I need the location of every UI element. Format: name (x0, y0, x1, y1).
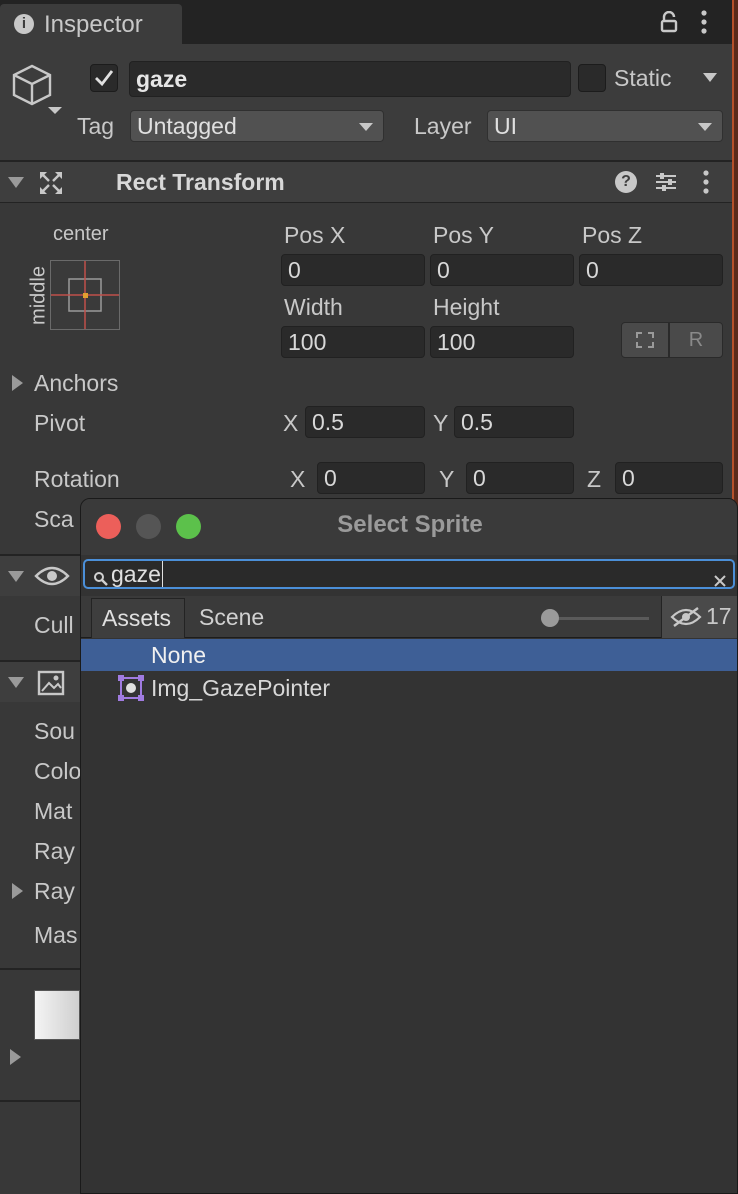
hidden-packages-button[interactable]: 17 (661, 596, 737, 638)
tab-assets-label: Assets (102, 605, 172, 631)
dotted-rect-icon (636, 332, 654, 348)
eye-icon (34, 564, 70, 588)
anchor-vertical-label: middle (27, 266, 50, 325)
tag-label: Tag (77, 113, 115, 139)
tag-dropdown[interactable]: Untagged (130, 110, 384, 142)
chevron-down-icon (698, 123, 712, 131)
source-image-label: Sou (34, 718, 75, 744)
pos-x-field[interactable]: 0 (281, 254, 425, 286)
slider-handle[interactable] (541, 609, 559, 627)
tab-menu-icon[interactable] (697, 10, 711, 34)
raycast-target-label: Ray (34, 838, 75, 864)
image-header[interactable] (0, 662, 80, 702)
height-label: Height (433, 294, 500, 320)
rotation-x-label: X (290, 466, 306, 492)
divider (0, 202, 732, 203)
rotation-label: Rotation (34, 466, 120, 492)
rect-transform-header[interactable]: Rect Transform ? (0, 162, 732, 202)
static-label: Static (614, 65, 672, 91)
height-field[interactable]: 100 (430, 326, 574, 358)
pos-y-label: Pos Y (433, 222, 494, 248)
rect-transform-title: Rect Transform (116, 169, 285, 195)
pivot-label: Pivot (34, 410, 86, 436)
component-menu-icon[interactable] (700, 170, 712, 194)
divider (0, 968, 80, 970)
gameobject-cube-icon[interactable] (10, 62, 66, 116)
maskable-label: Mas (34, 922, 78, 948)
pivot-y-label: Y (433, 410, 449, 436)
raycast-padding-foldout-icon[interactable] (12, 883, 23, 899)
window-title: Select Sprite (337, 511, 483, 538)
gameobject-name-field[interactable]: gaze (129, 61, 571, 97)
presets-icon[interactable] (654, 171, 678, 193)
inspector-tab-label: Inspector (44, 11, 143, 38)
blueprint-mode-button[interactable] (621, 322, 669, 358)
list-item-none[interactable]: None (81, 639, 737, 671)
raw-edit-button[interactable]: R (669, 322, 723, 358)
layer-label: Layer (414, 113, 472, 139)
foldout-arrow-icon (8, 177, 24, 188)
eye-slash-icon (670, 606, 702, 628)
image-preview-thumbnail (34, 990, 80, 1040)
lock-icon[interactable] (659, 10, 679, 33)
pos-z-label: Pos Z (582, 222, 643, 248)
static-checkbox[interactable] (578, 64, 606, 92)
foldout-arrow-icon (8, 571, 24, 582)
tab-scene[interactable]: Scene (185, 598, 279, 638)
search-field[interactable]: gaze (83, 559, 735, 589)
rotation-x-field[interactable]: 0 (317, 462, 425, 494)
layer-dropdown-value: UI (494, 113, 517, 139)
material-label: Mat (34, 798, 73, 824)
anchors-label[interactable]: Anchors (34, 370, 118, 397)
inspector-tab[interactable]: i Inspector (0, 4, 182, 44)
tab-assets[interactable]: Assets (91, 598, 185, 638)
anchor-presets-button[interactable] (50, 260, 120, 330)
search-icon (93, 566, 109, 586)
preview-foldout-icon[interactable] (10, 1049, 21, 1065)
canvas-renderer-header[interactable] (0, 556, 80, 596)
width-field[interactable]: 100 (281, 326, 425, 358)
rotation-y-field[interactable]: 0 (466, 462, 574, 494)
image-icon (37, 670, 65, 696)
foldout-arrow-icon (8, 677, 24, 688)
active-checkbox[interactable] (90, 64, 118, 92)
pivot-x-label: X (283, 410, 299, 436)
list-item-label: None (151, 642, 206, 668)
window-title-bar[interactable]: Select Sprite (81, 499, 737, 555)
help-icon[interactable]: ? (615, 171, 637, 193)
select-sprite-window: Select Sprite gaze Assets Scene 17 None (80, 498, 738, 1194)
chevron-down-icon (359, 123, 373, 131)
list-item-label: Img_GazePointer (151, 675, 330, 701)
raw-edit-label: R (688, 329, 704, 351)
list-item-img-gazepointer[interactable]: Img_GazePointer (81, 672, 737, 704)
tag-dropdown-value: Untagged (137, 113, 237, 139)
anchors-foldout-icon[interactable] (12, 375, 23, 391)
info-icon: i (14, 14, 34, 34)
pos-x-label: Pos X (284, 222, 346, 248)
thumbnail-size-slider[interactable] (539, 606, 651, 630)
search-input[interactable]: gaze (111, 561, 163, 587)
sprite-list: None Img_GazePointer (81, 639, 737, 1193)
pivot-x-field[interactable]: 0.5 (305, 406, 425, 438)
divider (0, 1100, 80, 1102)
tab-scene-label: Scene (199, 604, 265, 630)
anchor-horizontal-label: center (53, 223, 109, 245)
width-label: Width (284, 294, 343, 320)
hidden-count: 17 (706, 603, 732, 629)
pos-y-field[interactable]: 0 (430, 254, 574, 286)
scale-label: Sca (34, 506, 74, 532)
clear-search-icon[interactable] (713, 567, 727, 587)
sprite-icon (117, 674, 145, 702)
rotation-z-field[interactable]: 0 (615, 462, 723, 494)
rotation-y-label: Y (439, 466, 455, 492)
color-label: Colo (34, 758, 82, 784)
layer-dropdown[interactable]: UI (487, 110, 723, 142)
pivot-y-field[interactable]: 0.5 (454, 406, 574, 438)
rect-transform-icon (38, 170, 64, 196)
rotation-z-label: Z (587, 466, 602, 492)
pos-z-field[interactable]: 0 (579, 254, 723, 286)
static-dropdown-arrow[interactable] (703, 73, 717, 82)
cull-label: Cull (34, 612, 74, 638)
raycast-padding-label: Ray (34, 878, 75, 904)
